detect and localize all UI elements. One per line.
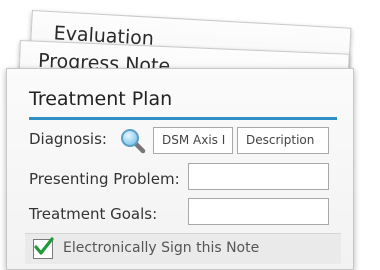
presenting-problem-label: Presenting Problem: bbox=[29, 170, 180, 188]
search-icon[interactable] bbox=[120, 128, 146, 154]
diagnosis-label: Diagnosis: bbox=[29, 130, 107, 148]
sign-checkbox[interactable] bbox=[33, 237, 54, 259]
treatment-goals-field[interactable] bbox=[188, 198, 329, 225]
page-title: Treatment Plan bbox=[29, 88, 173, 110]
description-field[interactable]: Description bbox=[237, 127, 329, 154]
title-underline bbox=[29, 117, 337, 120]
treatment-goals-label: Treatment Goals: bbox=[29, 205, 158, 223]
sign-row: Electronically Sign this Note bbox=[25, 233, 341, 264]
treatment-plan-sheet: Treatment Plan Diagnosis: DSM Axis I Des… bbox=[6, 68, 354, 270]
dsm-axis-field[interactable]: DSM Axis I bbox=[153, 127, 233, 154]
presenting-problem-field[interactable] bbox=[188, 163, 329, 190]
dsm-axis-placeholder: DSM Axis I bbox=[162, 133, 226, 147]
description-placeholder: Description bbox=[246, 133, 315, 147]
checkmark-icon bbox=[34, 237, 54, 255]
sign-label: Electronically Sign this Note bbox=[63, 240, 260, 256]
